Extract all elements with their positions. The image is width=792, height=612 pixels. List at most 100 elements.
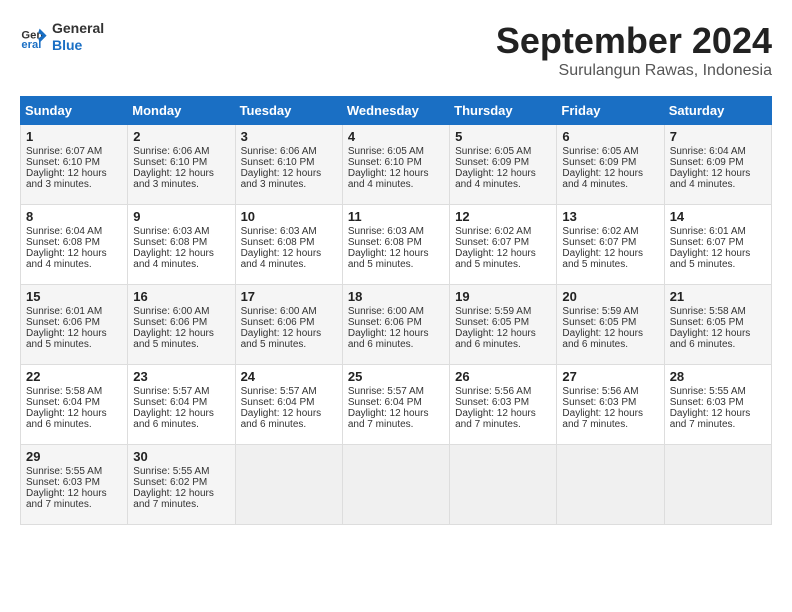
calendar-cell: 16 Sunrise: 6:00 AMSunset: 6:06 PMDayligh… bbox=[128, 285, 235, 365]
sunset-text: Sunset: 6:06 PM bbox=[26, 317, 122, 328]
location-subtitle: Surulangun Rawas, Indonesia bbox=[496, 62, 772, 80]
day-number: 13 bbox=[562, 209, 658, 224]
day-number: 14 bbox=[670, 209, 766, 224]
calendar-week-2: 8Sunrise: 6:04 AMSunset: 6:08 PMDaylight… bbox=[21, 205, 772, 285]
sunset-text: Sunset: 6:02 PM bbox=[133, 477, 229, 488]
daylight-text: Daylight: 12 hours and 4 minutes. bbox=[133, 248, 229, 270]
logo-text-line2: Blue bbox=[52, 37, 104, 54]
calendar-cell: 10Sunrise: 6:03 AMSunset: 6:08 PMDayligh… bbox=[235, 205, 342, 285]
calendar-table: SundayMondayTuesdayWednesdayThursdayFrid… bbox=[20, 96, 772, 525]
daylight-text: Daylight: 12 hours and 6 minutes. bbox=[348, 328, 444, 350]
sunrise-text: Sunrise: 6:00 AM bbox=[133, 306, 229, 317]
sunrise-text: Sunrise: 6:04 AM bbox=[26, 226, 122, 237]
day-number: 29 bbox=[26, 449, 122, 464]
logo: Gen eral General Blue bbox=[20, 20, 104, 54]
sunrise-text: Sunrise: 6:07 AM bbox=[26, 146, 122, 157]
sunset-text: Sunset: 6:08 PM bbox=[133, 237, 229, 248]
day-number: 30 bbox=[133, 449, 229, 464]
daylight-text: Daylight: 12 hours and 4 minutes. bbox=[562, 168, 658, 190]
calendar-week-3: 15Sunrise: 6:01 AMSunset: 6:06 PMDayligh… bbox=[21, 285, 772, 365]
daylight-text: Daylight: 12 hours and 5 minutes. bbox=[348, 248, 444, 270]
logo-text-line1: General bbox=[52, 20, 104, 37]
day-number: 9 bbox=[133, 209, 229, 224]
sunset-text: Sunset: 6:10 PM bbox=[241, 157, 337, 168]
calendar-cell: 3Sunrise: 6:06 AMSunset: 6:10 PMDaylight… bbox=[235, 125, 342, 205]
sunrise-text: Sunrise: 5:56 AM bbox=[562, 386, 658, 397]
sunset-text: Sunset: 6:09 PM bbox=[670, 157, 766, 168]
sunset-text: Sunset: 6:09 PM bbox=[455, 157, 551, 168]
sunset-text: Sunset: 6:05 PM bbox=[455, 317, 551, 328]
calendar-cell: 6Sunrise: 6:05 AMSunset: 6:09 PMDaylight… bbox=[557, 125, 664, 205]
calendar-cell: 22Sunrise: 5:58 AMSunset: 6:04 PMDayligh… bbox=[21, 365, 128, 445]
daylight-text: Daylight: 12 hours and 6 minutes. bbox=[455, 328, 551, 350]
calendar-cell: 14Sunrise: 6:01 AMSunset: 6:07 PMDayligh… bbox=[664, 205, 771, 285]
sunset-text: Sunset: 6:04 PM bbox=[133, 397, 229, 408]
calendar-cell: 8Sunrise: 6:04 AMSunset: 6:08 PMDaylight… bbox=[21, 205, 128, 285]
daylight-text: Daylight: 12 hours and 6 minutes. bbox=[562, 328, 658, 350]
sunset-text: Sunset: 6:05 PM bbox=[670, 317, 766, 328]
day-number: 4 bbox=[348, 129, 444, 144]
daylight-text: Daylight: 12 hours and 4 minutes. bbox=[670, 168, 766, 190]
daylight-text: Daylight: 12 hours and 7 minutes. bbox=[133, 488, 229, 510]
daylight-text: Daylight: 12 hours and 5 minutes. bbox=[26, 328, 122, 350]
day-number: 15 bbox=[26, 289, 122, 304]
daylight-text: Daylight: 12 hours and 3 minutes. bbox=[241, 168, 337, 190]
calendar-cell bbox=[450, 445, 557, 525]
calendar-cell: 12Sunrise: 6:02 AMSunset: 6:07 PMDayligh… bbox=[450, 205, 557, 285]
calendar-cell: 19Sunrise: 5:59 AMSunset: 6:05 PMDayligh… bbox=[450, 285, 557, 365]
sunrise-text: Sunrise: 6:00 AM bbox=[348, 306, 444, 317]
sunset-text: Sunset: 6:08 PM bbox=[241, 237, 337, 248]
calendar-cell: 13Sunrise: 6:02 AMSunset: 6:07 PMDayligh… bbox=[557, 205, 664, 285]
day-number: 25 bbox=[348, 369, 444, 384]
day-number: 12 bbox=[455, 209, 551, 224]
calendar-cell: 9Sunrise: 6:03 AMSunset: 6:08 PMDaylight… bbox=[128, 205, 235, 285]
sunset-text: Sunset: 6:08 PM bbox=[348, 237, 444, 248]
daylight-text: Daylight: 12 hours and 6 minutes. bbox=[133, 408, 229, 430]
calendar-cell: 21Sunrise: 5:58 AMSunset: 6:05 PMDayligh… bbox=[664, 285, 771, 365]
calendar-cell bbox=[342, 445, 449, 525]
page-header: Gen eral General Blue September 2024 Sur… bbox=[20, 20, 772, 80]
daylight-text: Daylight: 12 hours and 5 minutes. bbox=[133, 328, 229, 350]
day-number: 22 bbox=[26, 369, 122, 384]
calendar-week-4: 22Sunrise: 5:58 AMSunset: 6:04 PMDayligh… bbox=[21, 365, 772, 445]
sunrise-text: Sunrise: 6:05 AM bbox=[562, 146, 658, 157]
daylight-text: Daylight: 12 hours and 7 minutes. bbox=[348, 408, 444, 430]
daylight-text: Daylight: 12 hours and 6 minutes. bbox=[241, 408, 337, 430]
sunset-text: Sunset: 6:04 PM bbox=[241, 397, 337, 408]
daylight-text: Daylight: 12 hours and 3 minutes. bbox=[26, 168, 122, 190]
daylight-text: Daylight: 12 hours and 6 minutes. bbox=[670, 328, 766, 350]
sunset-text: Sunset: 6:10 PM bbox=[26, 157, 122, 168]
daylight-text: Daylight: 12 hours and 7 minutes. bbox=[562, 408, 658, 430]
sunrise-text: Sunrise: 6:01 AM bbox=[670, 226, 766, 237]
sunrise-text: Sunrise: 6:02 AM bbox=[562, 226, 658, 237]
daylight-text: Daylight: 12 hours and 7 minutes. bbox=[670, 408, 766, 430]
logo-icon: Gen eral bbox=[20, 23, 48, 51]
day-number: 17 bbox=[241, 289, 337, 304]
sunrise-text: Sunrise: 5:55 AM bbox=[26, 466, 122, 477]
sunset-text: Sunset: 6:06 PM bbox=[241, 317, 337, 328]
sunset-text: Sunset: 6:06 PM bbox=[133, 317, 229, 328]
weekday-header-saturday: Saturday bbox=[664, 97, 771, 125]
sunset-text: Sunset: 6:06 PM bbox=[348, 317, 444, 328]
calendar-cell bbox=[664, 445, 771, 525]
sunrise-text: Sunrise: 6:06 AM bbox=[133, 146, 229, 157]
daylight-text: Daylight: 12 hours and 4 minutes. bbox=[241, 248, 337, 270]
weekday-header-monday: Monday bbox=[128, 97, 235, 125]
calendar-cell: 18 Sunrise: 6:00 AMSunset: 6:06 PMDayligh… bbox=[342, 285, 449, 365]
day-number: 1 bbox=[26, 129, 122, 144]
calendar-cell: 5Sunrise: 6:05 AMSunset: 6:09 PMDaylight… bbox=[450, 125, 557, 205]
weekday-header-sunday: Sunday bbox=[21, 97, 128, 125]
sunrise-text: Sunrise: 6:04 AM bbox=[670, 146, 766, 157]
day-number: 2 bbox=[133, 129, 229, 144]
day-number: 18 bbox=[348, 289, 444, 304]
calendar-cell: 26Sunrise: 5:56 AMSunset: 6:03 PMDayligh… bbox=[450, 365, 557, 445]
daylight-text: Daylight: 12 hours and 6 minutes. bbox=[26, 408, 122, 430]
sunrise-text: Sunrise: 5:55 AM bbox=[133, 466, 229, 477]
day-number: 16 bbox=[133, 289, 229, 304]
calendar-cell: 15Sunrise: 6:01 AMSunset: 6:06 PMDayligh… bbox=[21, 285, 128, 365]
sunrise-text: Sunrise: 5:56 AM bbox=[455, 386, 551, 397]
daylight-text: Daylight: 12 hours and 4 minutes. bbox=[348, 168, 444, 190]
sunset-text: Sunset: 6:09 PM bbox=[562, 157, 658, 168]
calendar-cell: 11Sunrise: 6:03 AMSunset: 6:08 PMDayligh… bbox=[342, 205, 449, 285]
calendar-cell: 28Sunrise: 5:55 AMSunset: 6:03 PMDayligh… bbox=[664, 365, 771, 445]
